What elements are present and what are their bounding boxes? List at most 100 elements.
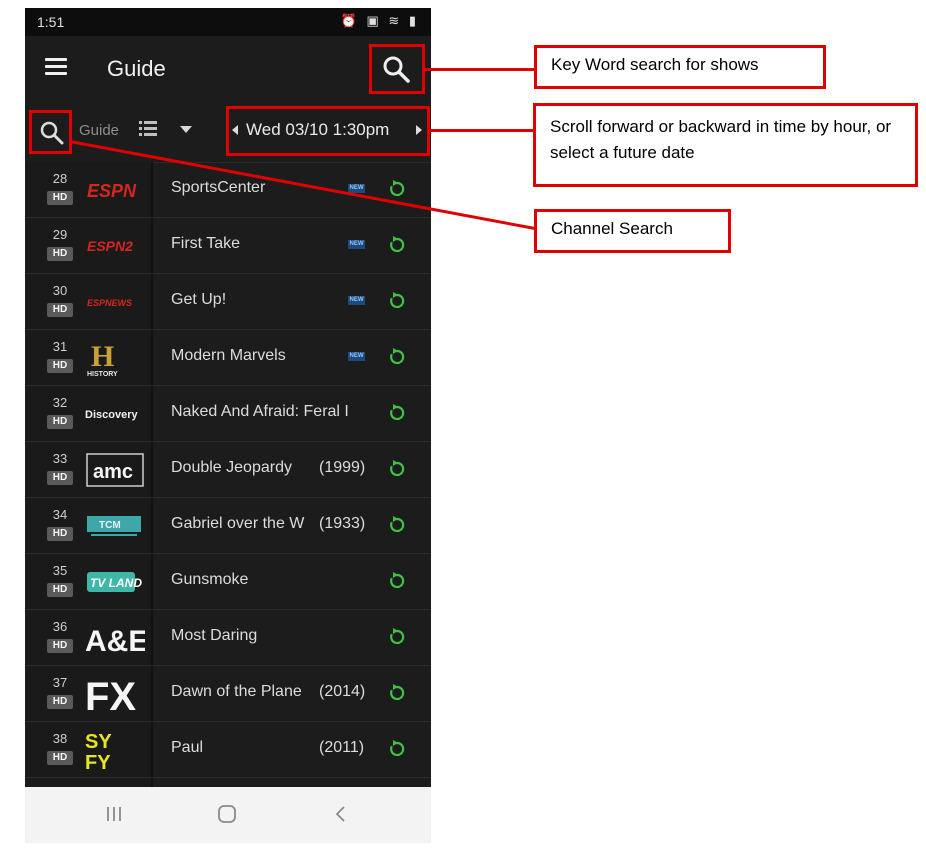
svg-text:A&E: A&E (85, 625, 145, 658)
channel-cell-partial[interactable]: 39 (25, 778, 153, 787)
show-title[interactable]: Get Up! (171, 291, 371, 309)
channel-row[interactable]: 39 (25, 778, 431, 787)
svg-text:HISTORY: HISTORY (87, 371, 118, 378)
channel-row[interactable]: 36 HD A&E Most Daring (25, 610, 431, 666)
show-title[interactable]: Modern Marvels (171, 347, 371, 365)
channel-row[interactable]: 33 HD amc Double Jeopardy (1999) (25, 442, 431, 498)
svg-text:TV LAND: TV LAND (90, 576, 142, 590)
svg-text:ESPN: ESPN (87, 181, 137, 201)
channel-row[interactable]: 38 HD SY FY Paul (2011) (25, 722, 431, 778)
restart-icon[interactable] (387, 403, 407, 423)
channel-logo: ESPNEWS (85, 282, 145, 322)
hd-badge: HD (47, 527, 73, 541)
channel-row[interactable]: 31 HD H HISTORY Modern Marvels NEW (25, 330, 431, 386)
hd-badge: HD (47, 247, 73, 261)
channel-number: 31 (52, 339, 68, 354)
channel-row[interactable]: 30 HD ESPNEWS Get Up! NEW (25, 274, 431, 330)
channel-logo: FX (85, 674, 145, 719)
svg-text:FX: FX (85, 675, 136, 714)
channel-cell[interactable]: 33 HD amc (25, 442, 153, 497)
svg-text:TCM: TCM (99, 520, 121, 531)
channel-number: 35 (52, 563, 68, 578)
restart-icon[interactable] (387, 459, 407, 479)
hd-badge: HD (47, 751, 73, 765)
channel-row[interactable]: 29 HD ESPN2 First Take NEW (25, 218, 431, 274)
channel-logo: ESPN (85, 170, 145, 210)
hd-badge: HD (47, 303, 73, 317)
guide-view-label: Guide (79, 122, 120, 139)
restart-icon[interactable] (387, 627, 407, 647)
channel-logo: ESPN2 (85, 226, 145, 266)
restart-icon[interactable] (387, 347, 407, 367)
channel-cell[interactable]: 31 HD H HISTORY (25, 330, 153, 385)
restart-icon[interactable] (387, 515, 407, 535)
hd-badge: HD (47, 415, 73, 429)
svg-text:ESPNEWS: ESPNEWS (87, 298, 132, 308)
channel-number: 33 (52, 451, 68, 466)
view-dropdown-icon[interactable] (180, 126, 192, 133)
grid-view-icon[interactable] (138, 119, 158, 139)
channel-number: 29 (52, 227, 68, 242)
channel-cell[interactable]: 30 HD ESPNEWS (25, 274, 153, 329)
restart-icon[interactable] (387, 571, 407, 591)
channel-cell[interactable]: 29 HD ESPN2 (25, 218, 153, 273)
show-title[interactable]: Naked And Afraid: Feral I (171, 403, 371, 421)
restart-icon[interactable] (387, 739, 407, 759)
show-year: (2011) (319, 739, 365, 756)
restart-icon[interactable] (387, 235, 407, 255)
channel-search-highlight (29, 110, 72, 154)
hd-badge: HD (47, 639, 73, 653)
scroll-time-callout: Scroll forward or backward in time by ho… (533, 103, 918, 187)
hd-badge: HD (47, 583, 73, 597)
hd-badge: HD (47, 191, 73, 205)
channel-search-callout: Channel Search (534, 209, 731, 253)
show-title[interactable]: SportsCenter (171, 179, 371, 197)
channel-logo: H HISTORY (85, 338, 145, 378)
restart-icon[interactable] (387, 683, 407, 703)
svg-text:SY: SY (85, 731, 112, 753)
svg-text:H: H (91, 340, 114, 373)
channel-cell[interactable]: 35 HD TV LAND (25, 554, 153, 609)
home-icon[interactable] (217, 804, 237, 824)
channel-logo: SY FY (85, 730, 145, 774)
show-year: (1999) (319, 459, 366, 476)
status-bar: 1:51 ⏰ ▣ ≋ ▮ (25, 8, 431, 36)
channel-row[interactable]: 37 HD FX Dawn of the Plane (2014) (25, 666, 431, 722)
show-title[interactable]: First Take (171, 235, 371, 253)
status-time: 1:51 (37, 14, 65, 30)
channel-row[interactable]: 35 HD TV LAND Gunsmoke (25, 554, 431, 610)
channel-row[interactable]: 32 HD Discovery Naked And Afraid: Feral I (25, 386, 431, 442)
channel-number: 36 (52, 619, 68, 634)
channel-number: 28 (52, 171, 68, 186)
keyword-search-callout: Key Word search for shows (534, 45, 826, 89)
channel-cell[interactable]: 28 HD ESPN (25, 162, 153, 217)
channel-cell[interactable]: 36 HD A&E (25, 610, 153, 665)
channel-cell[interactable]: 38 HD SY FY (25, 722, 153, 777)
new-badge: NEW (348, 240, 365, 249)
recents-icon[interactable] (105, 805, 123, 823)
channel-number: 30 (52, 283, 68, 298)
show-title[interactable]: Gunsmoke (171, 571, 371, 589)
show-year: (2014) (319, 683, 366, 700)
restart-icon[interactable] (387, 291, 407, 311)
status-icons: ⏰ ▣ ≋ ▮ (340, 13, 419, 28)
system-nav-bar (25, 787, 431, 843)
svg-text:FY: FY (85, 752, 111, 770)
back-icon[interactable] (331, 804, 351, 824)
channel-cell[interactable]: 37 HD FX (25, 666, 153, 721)
channel-logo: amc (85, 450, 145, 490)
menu-icon[interactable] (45, 58, 67, 76)
channel-logo: Discovery (85, 394, 145, 434)
channel-row[interactable]: 34 HD TCM Gabriel over the W (1933) (25, 498, 431, 554)
restart-icon[interactable] (387, 179, 407, 199)
channel-list: 28 HD ESPN SportsCenter NEW 29 HD ESPN2 First T… (25, 162, 431, 787)
channel-logo: A&E (85, 618, 148, 658)
channel-cell[interactable]: 32 HD Discovery (25, 386, 153, 441)
channel-cell[interactable]: 34 HD TCM (25, 498, 153, 553)
show-title[interactable]: Most Daring (171, 627, 371, 645)
keyword-callout-line (425, 68, 535, 71)
svg-text:Discovery: Discovery (85, 409, 138, 421)
channel-logo: TV LAND (85, 562, 145, 602)
channel-logo: TCM (85, 506, 145, 546)
svg-text:ESPN2: ESPN2 (87, 238, 133, 254)
